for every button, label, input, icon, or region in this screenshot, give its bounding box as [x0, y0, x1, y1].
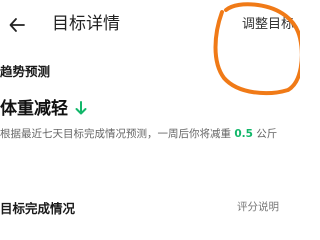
- trend-description-unit: 公斤: [256, 128, 278, 140]
- adjust-goal-button[interactable]: 调整目标: [242, 16, 294, 34]
- arrow-left-icon: [9, 18, 25, 32]
- trend-section-label: 趋势预测: [0, 64, 51, 79]
- arrow-down-icon: [75, 101, 87, 115]
- goal-detail-screen: 目标详情 调整目标 趋势预测 体重减轻 根据最近七天目标完成情况预测，一周后你将…: [0, 0, 300, 223]
- trend-description-prefix: 根据最近七天目标完成情况预测，一周后你将减重: [0, 128, 231, 140]
- back-button[interactable]: [4, 12, 30, 38]
- score-rules-link[interactable]: 评分说明: [237, 199, 279, 215]
- app-bar: 目标详情 调整目标: [0, 0, 300, 50]
- completion-section-label: 目标完成情况: [0, 201, 76, 216]
- trend-description: 根据最近七天目标完成情况预测，一周后你将减重 0.5 公斤: [0, 125, 296, 143]
- page-title: 目标详情: [52, 14, 120, 34]
- weight-loss-value: 0.5: [234, 128, 253, 140]
- trend-title: 体重减轻: [0, 99, 68, 119]
